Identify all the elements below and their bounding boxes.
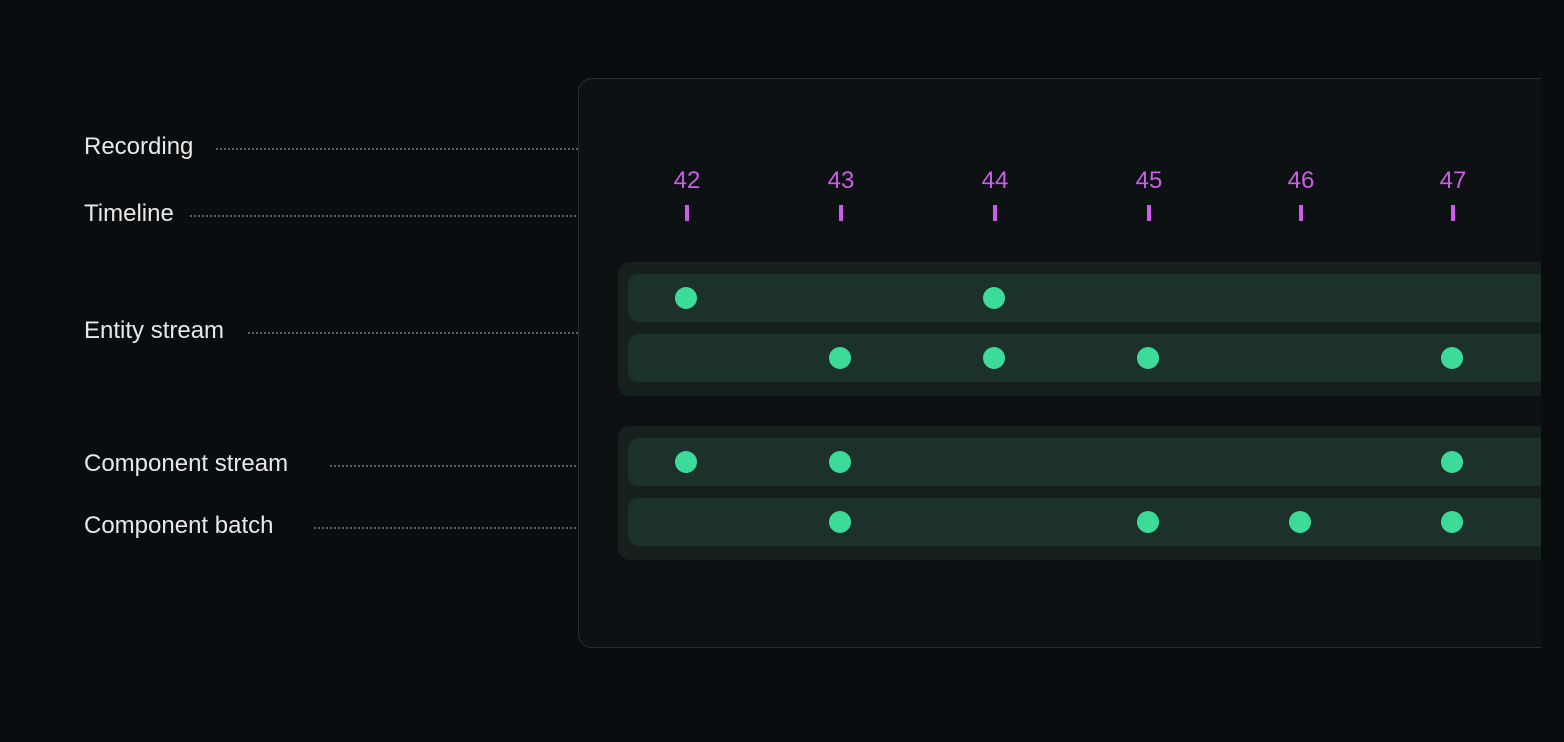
tick-label-44: 44 [982,167,1009,195]
data-dot [675,287,697,309]
tick-label-45: 45 [1136,167,1163,195]
component-batch-label: Component batch [84,512,273,540]
tick-label-46: 46 [1288,167,1315,195]
tick-mark-45 [1147,205,1151,221]
component-stream-label: Component stream [84,450,288,478]
data-dot [829,511,851,533]
data-dot [983,287,1005,309]
data-dot [829,451,851,473]
timeline-label: Timeline [84,200,174,228]
data-dot [1441,451,1463,473]
data-dot [1441,511,1463,533]
data-dot [829,347,851,369]
data-dot [1137,347,1159,369]
recording-connector [216,148,578,150]
data-dot [983,347,1005,369]
component-batch-row [628,498,1541,546]
tick-label-42: 42 [674,167,701,195]
tick-mark-44 [993,205,997,221]
data-dot [1137,511,1159,533]
tick-mark-43 [839,205,843,221]
component-group [618,426,1541,560]
tick-mark-46 [1299,205,1303,221]
data-dot [1289,511,1311,533]
tick-mark-42 [685,205,689,221]
tick-mark-47 [1451,205,1455,221]
entity-stream-row-2 [628,334,1541,382]
tick-label-43: 43 [828,167,855,195]
recording-label: Recording [84,133,193,161]
entity-stream-connector [248,332,618,334]
tick-label-47: 47 [1440,167,1467,195]
data-dot [675,451,697,473]
component-stream-row [628,438,1541,486]
entity-stream-group [618,262,1541,396]
entity-stream-row-1 [628,274,1541,322]
entity-stream-label: Entity stream [84,317,224,345]
data-dot [1441,347,1463,369]
diagram-container: Recording Timeline Entity stream Compone… [0,0,1564,742]
